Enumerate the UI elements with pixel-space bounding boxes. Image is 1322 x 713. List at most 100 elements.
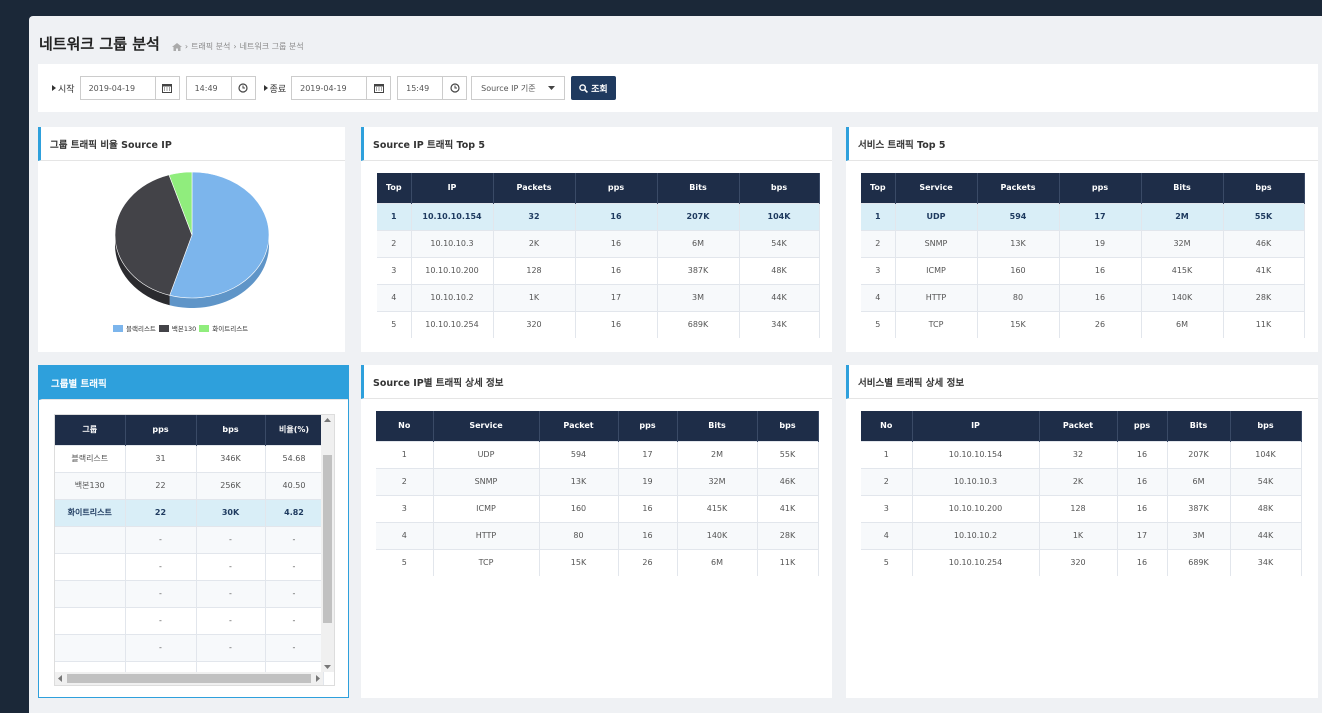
table-row[interactable]: 1 UDP 594 17 2M 55K [861, 202, 1305, 230]
table-row[interactable]: 3 10.10.10.200 128 16 387K 48K [861, 494, 1302, 522]
column-header[interactable]: Packets [977, 173, 1060, 203]
table-row[interactable]: 4 10.10.10.2 1K 17 3M 44K [861, 521, 1302, 549]
clock-icon[interactable] [231, 76, 256, 100]
column-header[interactable]: Packet [1039, 411, 1118, 441]
table-row[interactable]: 1 10.10.10.154 32 16 207K 104K [377, 202, 820, 230]
legend-label-backbone[interactable]: 백본130 [172, 323, 196, 333]
scroll-down-icon[interactable] [324, 665, 331, 669]
column-header[interactable]: Top [861, 173, 896, 203]
table-row[interactable]: 3 ICMP 160 16 415K 41K [376, 494, 819, 522]
table-row[interactable]: 3 10.10.10.200 128 16 387K 48K [377, 256, 820, 284]
column-header[interactable]: pps [575, 173, 658, 203]
breadcrumb-item[interactable]: 트래픽 분석 [191, 41, 230, 52]
table-row[interactable]: 5 10.10.10.254 320 16 689K 34K [861, 548, 1302, 576]
table-row[interactable]: --- [55, 552, 324, 580]
column-header[interactable]: pps [1059, 173, 1142, 203]
table-row[interactable]: 2 SNMP 13K 19 32M 46K [861, 229, 1305, 257]
table-cell: 4 [861, 283, 896, 311]
table-row[interactable]: 1 UDP 594 17 2M 55K [376, 440, 819, 468]
table-row[interactable]: --- [55, 579, 324, 607]
column-header[interactable]: No [376, 411, 434, 441]
table-cell: - [196, 552, 266, 580]
column-header[interactable]: Packets [493, 173, 576, 203]
table-cell: 1 [861, 202, 896, 230]
column-header[interactable]: bps [1230, 411, 1302, 441]
column-header[interactable]: Bits [1167, 411, 1231, 441]
table-row[interactable]: --- [55, 633, 324, 661]
end-date-input[interactable]: 2019-04-19 [291, 76, 368, 100]
table-cell: 13K [539, 467, 619, 495]
table-row[interactable]: 4 HTTP 80 16 140K 28K [861, 283, 1305, 311]
column-header[interactable]: bps [739, 173, 820, 203]
column-header[interactable]: No [861, 411, 913, 441]
table-cell: 백본130 [55, 471, 126, 499]
table-cell: 1K [1039, 521, 1118, 549]
breadcrumb: › 트래픽 분석 › 네트워크 그룹 분석 [171, 41, 304, 52]
column-header[interactable]: pps [1117, 411, 1168, 441]
horizontal-scrollbar[interactable] [55, 672, 323, 685]
clock-icon[interactable] [443, 76, 468, 100]
horizontal-scrollbar-thumb[interactable] [67, 674, 311, 683]
table-row[interactable]: 2 SNMP 13K 19 32M 46K [376, 467, 819, 495]
table-cell: 207K [1167, 440, 1231, 468]
table-row[interactable]: --- [55, 606, 324, 634]
column-header[interactable]: bps [1223, 173, 1305, 203]
legend-label-whitelist[interactable]: 화이트리스트 [212, 323, 248, 333]
end-time-input[interactable]: 15:49 [397, 76, 444, 100]
calendar-icon[interactable] [155, 76, 180, 100]
column-header[interactable]: IP [411, 173, 494, 203]
table-row[interactable]: 3 ICMP 160 16 415K 41K [861, 256, 1305, 284]
column-header[interactable]: bps [196, 415, 266, 445]
table-row[interactable]: 4 HTTP 80 16 140K 28K [376, 521, 819, 549]
table-row[interactable]: 1 10.10.10.154 32 16 207K 104K [861, 440, 1302, 468]
table-cell: 3M [657, 283, 740, 311]
source-ip-top5-table: Top IP Packets pps Bits bps 1 10.10.10.154 32 16 2… [377, 173, 820, 338]
table-row[interactable]: --- [55, 525, 324, 553]
table-row[interactable]: 블랙리스트 31 346K 54.68 [55, 444, 324, 472]
app-frame: 네트워크 그룹 분석 › 트래픽 분석 › 네트워크 그룹 분석 시작 2019… [29, 16, 1322, 713]
column-header[interactable]: pps [125, 415, 197, 445]
column-header[interactable]: IP [912, 411, 1040, 441]
table-row[interactable]: 백본130 22 256K 40.50 [55, 471, 324, 499]
column-header[interactable]: pps [618, 411, 678, 441]
scrollbar-thumb[interactable] [323, 455, 332, 623]
column-header[interactable]: Packet [539, 411, 619, 441]
table-row[interactable]: 5 TCP 15K 26 6M 11K [861, 310, 1305, 338]
end-time-group: 15:49 [397, 76, 468, 100]
column-header[interactable]: Service [895, 173, 978, 203]
scroll-left-icon[interactable] [58, 675, 62, 682]
column-header[interactable]: Top [377, 173, 412, 203]
table-row[interactable]: 5 TCP 15K 26 6M 11K [376, 548, 819, 576]
table-row[interactable]: 4 10.10.10.2 1K 17 3M 44K [377, 283, 820, 311]
home-icon[interactable] [171, 42, 182, 51]
service-top5-title: 서비스 트래픽 Top 5 [846, 127, 1318, 161]
column-header[interactable]: Bits [657, 173, 740, 203]
table-row[interactable]: 5 10.10.10.254 320 16 689K 34K [377, 310, 820, 338]
group-table-viewport[interactable]: 그룹 pps bps 비율(%) 블랙리스트 31 346K 54.68 백본130 22 256K… [54, 414, 335, 686]
legend-label-blacklist[interactable]: 블랙리스트 [126, 323, 156, 333]
scroll-right-icon[interactable] [316, 675, 320, 682]
search-button[interactable]: 조회 [571, 76, 616, 100]
scroll-up-icon[interactable] [324, 418, 331, 422]
column-header[interactable]: 비율(%) [265, 415, 324, 445]
column-header[interactable]: 그룹 [55, 415, 126, 445]
table-cell: - [265, 579, 324, 607]
table-cell: 128 [493, 256, 576, 284]
table-row[interactable]: 2 10.10.10.3 2K 16 6M 54K [377, 229, 820, 257]
table-cell: 54K [1230, 467, 1302, 495]
start-label-text: 시작 [58, 84, 75, 95]
table-cell: 19 [1059, 229, 1142, 257]
calendar-icon[interactable] [367, 76, 392, 100]
table-cell: 16 [575, 256, 658, 284]
vertical-scrollbar[interactable] [321, 415, 334, 672]
column-header[interactable]: bps [757, 411, 819, 441]
start-time-input[interactable]: 14:49 [185, 76, 232, 100]
column-header[interactable]: Service [433, 411, 540, 441]
column-header[interactable]: Bits [677, 411, 758, 441]
table-row[interactable]: 2 10.10.10.3 2K 16 6M 54K [861, 467, 1302, 495]
table-row[interactable]: 화이트리스트 22 30K 4.82 [55, 498, 324, 526]
basis-select[interactable]: Source IP 기준 [471, 76, 566, 100]
table-cell [55, 525, 126, 553]
start-date-input[interactable]: 2019-04-19 [79, 76, 156, 100]
column-header[interactable]: Bits [1141, 173, 1224, 203]
